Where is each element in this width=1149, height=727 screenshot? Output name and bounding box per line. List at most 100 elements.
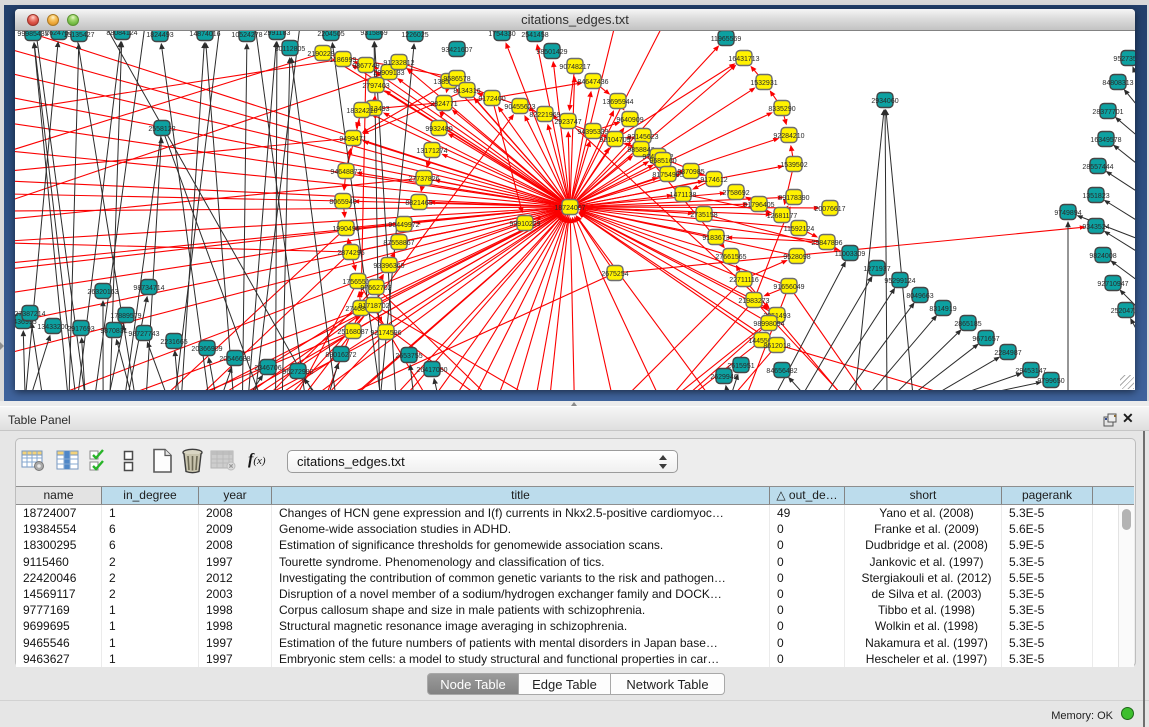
svg-text:99985435: 99985435 bbox=[17, 31, 48, 38]
svg-text:9528098: 9528098 bbox=[783, 254, 810, 261]
svg-text:29909133: 29909133 bbox=[373, 70, 404, 77]
svg-text:9671657: 9671657 bbox=[972, 336, 999, 343]
svg-text:8612018: 8612018 bbox=[763, 343, 790, 350]
svg-text:2865185: 2865185 bbox=[954, 321, 981, 328]
svg-text:11965569: 11965569 bbox=[711, 36, 742, 43]
svg-text:2204505: 2204505 bbox=[317, 31, 344, 38]
svg-text:20546688: 20546688 bbox=[219, 356, 250, 363]
svg-text:18724007: 18724007 bbox=[554, 205, 585, 212]
svg-text:8049663: 8049663 bbox=[906, 293, 933, 300]
svg-text:9343524: 9343524 bbox=[1082, 224, 1109, 231]
svg-text:9370985: 9370985 bbox=[677, 169, 704, 176]
svg-text:29847896: 29847896 bbox=[811, 240, 842, 247]
svg-text:2923747: 2923747 bbox=[554, 119, 581, 126]
svg-text:28377701: 28377701 bbox=[1092, 109, 1123, 116]
svg-text:13433200: 13433200 bbox=[37, 324, 68, 331]
svg-text:99910229: 99910229 bbox=[509, 221, 540, 228]
svg-text:96272980: 96272980 bbox=[282, 369, 313, 376]
svg-text:2824771: 2824771 bbox=[430, 101, 457, 108]
svg-text:2346706: 2346706 bbox=[254, 365, 281, 372]
svg-text:20366909: 20366909 bbox=[191, 346, 222, 353]
svg-text:27387214: 27387214 bbox=[15, 311, 46, 318]
svg-text:84808313: 84808313 bbox=[1102, 80, 1133, 87]
svg-text:95273545: 95273545 bbox=[1113, 56, 1135, 63]
svg-text:8821465: 8821465 bbox=[405, 200, 432, 207]
svg-text:2541458: 2541458 bbox=[521, 32, 548, 39]
svg-text:9799650: 9799650 bbox=[1037, 378, 1064, 385]
svg-text:9870831: 9870831 bbox=[100, 328, 127, 335]
svg-text:2735158: 2735158 bbox=[690, 212, 717, 219]
svg-text:98727743: 98727743 bbox=[128, 331, 159, 338]
svg-text:13171274: 13171274 bbox=[416, 148, 447, 155]
svg-text:26320163: 26320163 bbox=[87, 289, 118, 296]
svg-text:2615951: 2615951 bbox=[727, 363, 754, 370]
svg-text:84647436: 84647436 bbox=[577, 79, 608, 86]
svg-text:2758692: 2758692 bbox=[722, 190, 749, 197]
svg-text:2934060: 2934060 bbox=[871, 98, 898, 105]
svg-text:14874016: 14874016 bbox=[189, 31, 220, 38]
svg-text:97662702: 97662702 bbox=[360, 285, 391, 292]
svg-text:27737826: 27737826 bbox=[408, 176, 439, 183]
svg-text:1754330: 1754330 bbox=[488, 31, 515, 38]
svg-text:1271937: 1271937 bbox=[863, 266, 890, 273]
svg-text:93396360: 93396360 bbox=[373, 263, 404, 270]
svg-text:1351823: 1351823 bbox=[1082, 193, 1109, 200]
svg-text:29453147: 29453147 bbox=[1015, 368, 1046, 375]
svg-text:21983273: 21983273 bbox=[738, 298, 769, 305]
svg-text:2797403: 2797403 bbox=[362, 83, 389, 90]
svg-text:2675254: 2675254 bbox=[601, 271, 628, 278]
svg-text:9932480: 9932480 bbox=[425, 126, 452, 133]
svg-text:9315869: 9315869 bbox=[360, 31, 387, 37]
svg-text:94395339: 94395339 bbox=[577, 129, 608, 136]
svg-text:16349578: 16349578 bbox=[1090, 137, 1121, 144]
svg-text:2558122: 2558122 bbox=[148, 126, 175, 133]
svg-text:2874296: 2874296 bbox=[337, 250, 364, 257]
svg-text:12681177: 12681177 bbox=[767, 213, 798, 220]
svg-text:90455623: 90455623 bbox=[504, 104, 535, 111]
svg-text:11003309: 11003309 bbox=[835, 251, 866, 258]
svg-text:98734714: 98734714 bbox=[133, 285, 164, 292]
svg-text:93421607: 93421607 bbox=[441, 47, 472, 54]
svg-text:82221969: 82221969 bbox=[529, 112, 560, 119]
svg-text:91796405: 91796405 bbox=[743, 202, 774, 209]
svg-text:2231665: 2231665 bbox=[160, 339, 187, 346]
svg-text:9499471: 9499471 bbox=[339, 136, 366, 143]
svg-text:8335290: 8335290 bbox=[768, 106, 795, 113]
svg-text:9824008: 9824008 bbox=[1089, 253, 1116, 260]
svg-text:9174612: 9174612 bbox=[700, 177, 727, 184]
svg-text:10524278: 10524278 bbox=[231, 32, 262, 39]
svg-text:9172400: 9172400 bbox=[478, 96, 505, 103]
svg-text:17889579: 17889579 bbox=[110, 313, 141, 320]
svg-text:94648877: 94648877 bbox=[330, 169, 361, 176]
svg-text:9749894: 9749894 bbox=[1054, 210, 1081, 217]
svg-text:92284210: 92284210 bbox=[773, 133, 804, 140]
svg-text:9640909: 9640909 bbox=[616, 117, 643, 124]
svg-text:1226025: 1226025 bbox=[401, 32, 428, 39]
svg-text:88084124: 88084124 bbox=[106, 31, 137, 37]
svg-text:91718702: 91718702 bbox=[358, 303, 389, 310]
svg-text:2629946: 2629946 bbox=[710, 374, 737, 381]
svg-text:92145623: 92145623 bbox=[627, 134, 658, 141]
svg-text:9685160: 9685160 bbox=[649, 158, 676, 165]
svg-text:8065940: 8065940 bbox=[329, 199, 356, 206]
svg-text:25204711: 25204711 bbox=[1111, 308, 1135, 315]
svg-text:90449972: 90449972 bbox=[388, 222, 419, 229]
svg-text:98998094: 98998094 bbox=[753, 321, 784, 328]
svg-text:2284987: 2284987 bbox=[994, 350, 1021, 357]
svg-text:1539502: 1539502 bbox=[780, 162, 807, 169]
svg-text:16431713: 16431713 bbox=[728, 56, 759, 63]
svg-text:1824493: 1824493 bbox=[146, 32, 173, 39]
svg-text:2653755: 2653755 bbox=[395, 353, 422, 360]
svg-text:1471138: 1471138 bbox=[670, 192, 697, 199]
svg-text:92710947: 92710947 bbox=[1097, 281, 1128, 288]
svg-text:1990490: 1990490 bbox=[332, 226, 359, 233]
svg-text:15135427: 15135427 bbox=[63, 32, 94, 39]
svg-text:95299124: 95299124 bbox=[884, 278, 915, 285]
svg-text:9183673: 9183673 bbox=[702, 235, 729, 242]
svg-text:91656049: 91656049 bbox=[773, 284, 804, 291]
svg-text:87558867: 87558867 bbox=[383, 240, 414, 247]
svg-text:20076617: 20076617 bbox=[814, 206, 845, 213]
svg-text:13695944: 13695944 bbox=[602, 99, 633, 106]
svg-text:8134316: 8134316 bbox=[453, 88, 480, 95]
svg-text:89178390: 89178390 bbox=[778, 195, 809, 202]
